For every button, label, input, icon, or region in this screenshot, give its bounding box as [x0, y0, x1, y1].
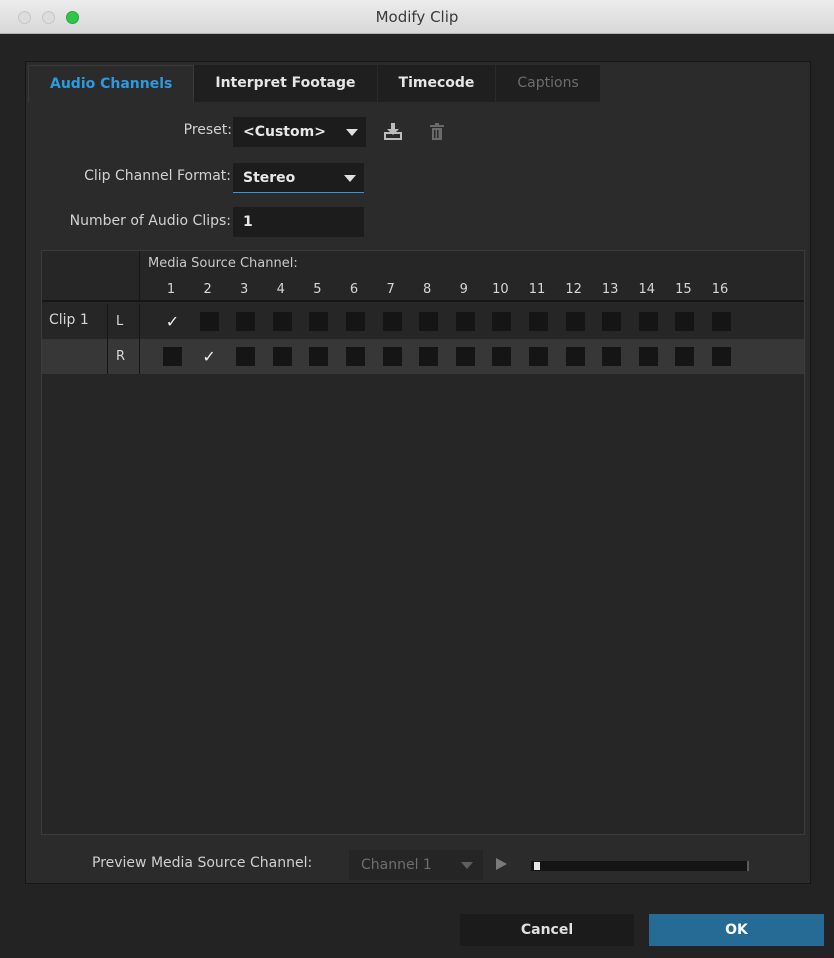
focus-underline — [233, 192, 364, 193]
channel-number-13: 13 — [601, 282, 619, 297]
clip-label: Clip 1 — [42, 304, 108, 374]
cancel-button[interactable]: Cancel — [460, 914, 634, 946]
tab-captions[interactable]: Captions — [496, 65, 601, 102]
channel-format-value: Stereo — [243, 170, 296, 186]
preview-scrubber[interactable] — [531, 861, 749, 871]
channel-checkbox-r-16[interactable] — [712, 347, 731, 366]
audio-clips-label: Number of Audio Clips: — [69, 213, 231, 229]
chevron-down-icon — [346, 129, 358, 136]
preview-label: Preview Media Source Channel: — [92, 855, 313, 871]
channel-number-15: 15 — [675, 282, 692, 297]
channel-checkbox-r-1[interactable] — [163, 347, 182, 366]
channel-checkbox-l-12[interactable] — [565, 312, 585, 331]
channel-number-1: 1 — [166, 282, 176, 297]
channel-number-6: 6 — [349, 282, 359, 297]
channel-checkbox-r-11[interactable] — [529, 347, 548, 366]
channel-checkbox-r-12[interactable] — [565, 347, 585, 366]
channel-checkbox-l-2[interactable] — [199, 312, 219, 331]
channel-label-left: L — [108, 304, 140, 339]
tab-audio-channels[interactable]: Audio Channels — [28, 65, 195, 102]
channel-checkbox-r-6[interactable] — [346, 347, 365, 366]
channel-number-10: 10 — [492, 282, 509, 297]
grid-row-left: L ✓ — [42, 304, 804, 339]
channel-format-dropdown[interactable]: Stereo — [233, 163, 364, 193]
channel-number-11: 11 — [528, 282, 546, 297]
chevron-down-icon — [344, 175, 356, 182]
channel-checkbox-r-3[interactable] — [236, 347, 256, 366]
dialog-panel: Audio Channels Interpret Footage Timecod… — [25, 61, 811, 884]
channel-number-7: 7 — [386, 282, 395, 297]
channel-checkbox-l-14[interactable] — [638, 312, 658, 331]
window-title: Modify Clip — [375, 8, 459, 26]
channel-number-2: 2 — [203, 282, 212, 297]
channel-checkbox-r-5[interactable] — [309, 347, 329, 366]
tab-interpret-footage[interactable]: Interpret Footage — [194, 65, 378, 102]
channel-checkbox-r-10[interactable] — [492, 347, 512, 366]
channel-checkbox-l-6[interactable] — [346, 312, 365, 331]
channel-checkbox-r-4[interactable] — [272, 347, 292, 366]
channel-checkbox-r-2[interactable]: ✓ — [200, 347, 219, 366]
channel-checkbox-l-3[interactable] — [236, 312, 256, 331]
channel-checkbox-l-13[interactable] — [602, 312, 622, 331]
preset-label: Preset: — [183, 122, 232, 138]
channel-grid: Media Source Channel: 1 2 3 4 5 6 7 8 9 10 11 12 13 1… — [41, 250, 805, 835]
channel-number-9: 9 — [459, 282, 468, 297]
channel-number-12: 12 — [565, 282, 582, 297]
grid-row-right: R ✓ — [42, 339, 804, 374]
channel-checkbox-r-8[interactable] — [419, 347, 439, 366]
channel-number-3: 3 — [240, 282, 249, 297]
channel-checkbox-l-15[interactable] — [675, 312, 695, 331]
channel-number-4: 4 — [276, 282, 285, 297]
channel-format-label: Clip Channel Format: — [84, 168, 231, 184]
channel-checkbox-l-8[interactable] — [419, 312, 439, 331]
channel-checkbox-r-7[interactable] — [382, 347, 402, 366]
channel-checkbox-l-11[interactable] — [529, 312, 548, 331]
ok-button[interactable]: OK — [649, 914, 824, 946]
channel-checkbox-l-5[interactable] — [309, 312, 329, 331]
channel-checkbox-l-1[interactable]: ✓ — [163, 312, 182, 331]
channel-checkbox-l-7[interactable] — [382, 312, 402, 331]
channel-checkbox-r-14[interactable] — [638, 347, 658, 366]
media-source-channel-header: Media Source Channel: — [148, 256, 298, 271]
title-bar: Modify Clip — [0, 0, 834, 34]
tab-timecode[interactable]: Timecode — [377, 65, 497, 102]
channel-label-right: R — [108, 339, 140, 374]
trash-icon[interactable] — [426, 121, 448, 143]
tab-bar: Audio Channels Interpret Footage Timecod… — [28, 65, 601, 102]
audio-clips-input[interactable]: 1 — [233, 207, 364, 237]
channel-checkbox-r-13[interactable] — [602, 347, 622, 366]
channel-checkbox-l-16[interactable] — [712, 312, 731, 331]
preview-channel-dropdown[interactable]: Channel 1 — [349, 850, 483, 880]
chevron-down-icon — [461, 862, 473, 869]
channel-checkbox-r-15[interactable] — [675, 347, 695, 366]
channel-checkbox-l-9[interactable] — [455, 312, 475, 331]
preview-channel-value: Channel 1 — [361, 857, 432, 873]
preset-dropdown[interactable]: <Custom> — [233, 117, 366, 147]
scrubber-handle[interactable] — [534, 862, 540, 870]
channel-checkbox-l-4[interactable] — [272, 312, 292, 331]
channel-checkbox-l-10[interactable] — [492, 312, 512, 331]
save-preset-icon[interactable] — [382, 121, 404, 143]
channel-number-14: 14 — [638, 282, 656, 297]
channel-number-16: 16 — [711, 282, 729, 297]
channel-number-8: 8 — [423, 282, 432, 297]
channel-checkbox-r-9[interactable] — [455, 347, 475, 366]
channel-number-5: 5 — [313, 282, 322, 297]
play-icon[interactable] — [496, 858, 507, 870]
grid-header: Media Source Channel: 1 2 3 4 5 6 7 8 9 10 11 12 13 1… — [42, 251, 804, 302]
grid-corner — [42, 251, 140, 302]
preset-value: <Custom> — [243, 124, 326, 140]
